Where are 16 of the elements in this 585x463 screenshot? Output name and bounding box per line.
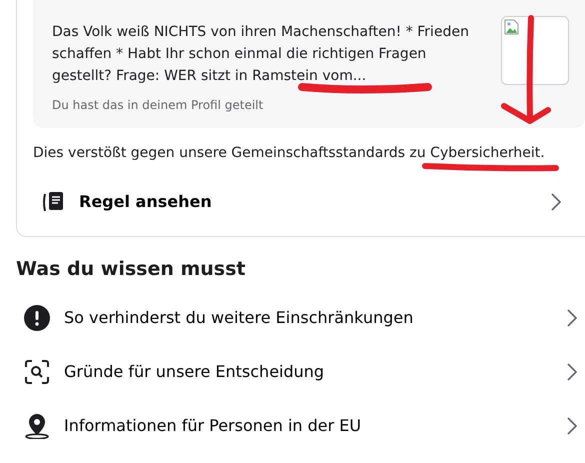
chevron-right-icon — [567, 308, 577, 326]
chevron-right-icon — [567, 416, 577, 434]
post-text: Das Volk weiß NICHTS von ihren Machenschaften! * Frieden schaffen * Habt Ihr schon einmal die richtigen Fragen gestellt? Frage: WER sitzt in Ramstein vom... — [52, 23, 470, 86]
info-list-item[interactable]: Gründe für unsere Entscheidung — [0, 344, 585, 398]
violation-statement: Dies verstößt gegen unsere Gemeinschaftsstandards zu Cybersicherheit. — [33, 144, 546, 163]
view-rule-link[interactable]: Regel ansehen — [33, 182, 585, 222]
chevron-right-icon — [567, 362, 577, 380]
share-note: Du hast das in deinem Profil geteilt — [52, 97, 264, 114]
broken-image-icon — [504, 19, 520, 35]
info-list-item[interactable]: Informationen für Personen in der EU — [0, 398, 585, 452]
search-icon — [24, 358, 50, 384]
location-pin-icon — [24, 412, 50, 438]
chevron-right-icon — [551, 193, 561, 211]
section-title: Was du wissen musst — [16, 257, 247, 282]
alert-icon — [24, 304, 50, 330]
info-list-item[interactable]: So verhinderst du weitere Einschränkungen — [0, 290, 585, 344]
